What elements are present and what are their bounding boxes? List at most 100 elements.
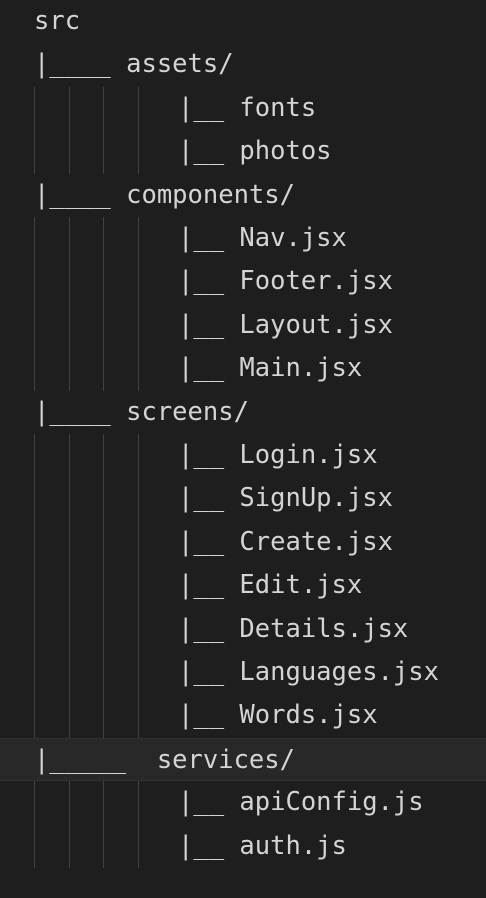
code-line[interactable]: |__ Words.jsx xyxy=(0,694,486,738)
indent-guide xyxy=(69,303,70,348)
code-line-text: |__ Details.jsx xyxy=(178,613,409,644)
indent-guide xyxy=(138,824,139,868)
indent-guide xyxy=(138,564,139,608)
indent-guide xyxy=(69,260,70,304)
indent-guide xyxy=(69,781,70,825)
indent-guide xyxy=(69,564,70,608)
indent-guide xyxy=(103,434,104,478)
code-line-text: |__ Create.jsx xyxy=(178,526,393,557)
code-line-text: |_____ services/ xyxy=(34,744,295,775)
indent-guide xyxy=(34,651,35,695)
code-line[interactable]: |__ photos xyxy=(0,130,486,174)
code-line-text: |__ Languages.jsx xyxy=(178,657,439,687)
indent-guide xyxy=(34,824,35,868)
indent-guide xyxy=(138,520,139,565)
indent-guide xyxy=(103,477,104,521)
code-line[interactable]: |__ apiConfig.js xyxy=(0,781,486,825)
code-line[interactable]: |____ screens/ xyxy=(0,391,486,434)
indent-guide xyxy=(103,694,104,738)
indent-guide xyxy=(103,347,104,391)
indent-guide xyxy=(34,607,35,651)
code-line[interactable]: |__ Languages.jsx xyxy=(0,651,486,695)
indent-guide xyxy=(69,651,70,695)
code-line-text: |__ fonts xyxy=(178,92,317,123)
indent-guide xyxy=(103,564,104,608)
code-line[interactable]: |__ Main.jsx xyxy=(0,347,486,391)
code-line-text: |__ Login.jsx xyxy=(178,440,378,470)
indent-guide xyxy=(34,347,35,391)
code-line[interactable]: |____ components/ xyxy=(0,174,486,217)
indent-guide xyxy=(34,260,35,304)
code-line-text: |__ Layout.jsx xyxy=(178,309,393,340)
code-editor[interactable]: src |____ assets/ |__ fonts |__ photos |____… xyxy=(0,0,486,898)
code-line-text: |__ Main.jsx xyxy=(178,353,363,384)
indent-guide xyxy=(34,86,35,131)
indent-guide xyxy=(138,781,139,825)
code-line-text: |__ photos xyxy=(178,136,332,167)
code-line[interactable]: |__ fonts xyxy=(0,86,486,131)
indent-guide xyxy=(69,434,70,478)
indent-guide xyxy=(138,260,139,304)
code-line[interactable]: |_____ services/ xyxy=(0,737,486,782)
code-line-text: |____ assets/ xyxy=(34,49,234,80)
code-line[interactable]: |__ Footer.jsx xyxy=(0,260,486,304)
indent-guide xyxy=(34,477,35,521)
code-line-text: src xyxy=(34,6,81,36)
indent-guide xyxy=(34,781,35,825)
code-line[interactable]: |__ Login.jsx xyxy=(0,434,486,478)
indent-guide xyxy=(69,347,70,391)
indent-guide xyxy=(69,217,70,261)
indent-guide xyxy=(69,477,70,521)
code-line-text: |__ apiConfig.js xyxy=(178,787,424,818)
indent-guide xyxy=(103,260,104,304)
code-line-text: |__ Footer.jsx xyxy=(178,266,393,297)
code-line[interactable]: |____ assets/ xyxy=(0,43,486,86)
indent-guide xyxy=(138,217,139,261)
indent-guide xyxy=(103,86,104,131)
indent-guide xyxy=(34,130,35,174)
indent-guide xyxy=(103,520,104,565)
code-line[interactable]: |__ Nav.jsx xyxy=(0,217,486,261)
indent-guide xyxy=(138,130,139,174)
code-line-text: |__ SignUp.jsx xyxy=(178,483,393,514)
indent-guide xyxy=(138,434,139,478)
indent-guide xyxy=(69,694,70,738)
indent-guide xyxy=(103,781,104,825)
indent-guide xyxy=(34,217,35,261)
code-line-text: |__ auth.js xyxy=(178,830,347,861)
indent-guide xyxy=(69,607,70,651)
indent-guide xyxy=(103,217,104,261)
indent-guide xyxy=(34,564,35,608)
code-line[interactable]: |__ Layout.jsx xyxy=(0,303,486,348)
indent-guide xyxy=(138,86,139,131)
code-line[interactable]: |__ auth.js xyxy=(0,824,486,868)
indent-guide xyxy=(69,86,70,131)
code-line[interactable]: |__ SignUp.jsx xyxy=(0,477,486,521)
indent-guide xyxy=(138,477,139,521)
code-line[interactable]: |__ Details.jsx xyxy=(0,607,486,651)
code-line[interactable]: src xyxy=(0,0,486,43)
indent-guide xyxy=(138,694,139,738)
code-line-text: |__ Nav.jsx xyxy=(178,223,347,253)
indent-guide xyxy=(138,347,139,391)
code-line-text: |__ Edit.jsx xyxy=(178,570,363,601)
code-line[interactable]: |__ Edit.jsx xyxy=(0,564,486,608)
indent-guide xyxy=(34,303,35,348)
indent-guide xyxy=(103,303,104,348)
code-line-text: |____ components/ xyxy=(34,179,295,210)
indent-guide xyxy=(103,651,104,695)
indent-guide xyxy=(138,607,139,651)
indent-guide xyxy=(69,824,70,868)
indent-guide xyxy=(69,130,70,174)
indent-guide xyxy=(103,130,104,174)
indent-guide xyxy=(34,520,35,565)
code-line-text: |__ Words.jsx xyxy=(178,700,378,731)
indent-guide xyxy=(69,520,70,565)
indent-guide xyxy=(103,824,104,868)
indent-guide xyxy=(138,303,139,348)
indent-guide xyxy=(34,434,35,478)
indent-guide xyxy=(103,607,104,651)
code-line-text: |____ screens/ xyxy=(34,396,249,427)
indent-guide xyxy=(34,694,35,738)
code-line[interactable]: |__ Create.jsx xyxy=(0,520,486,565)
